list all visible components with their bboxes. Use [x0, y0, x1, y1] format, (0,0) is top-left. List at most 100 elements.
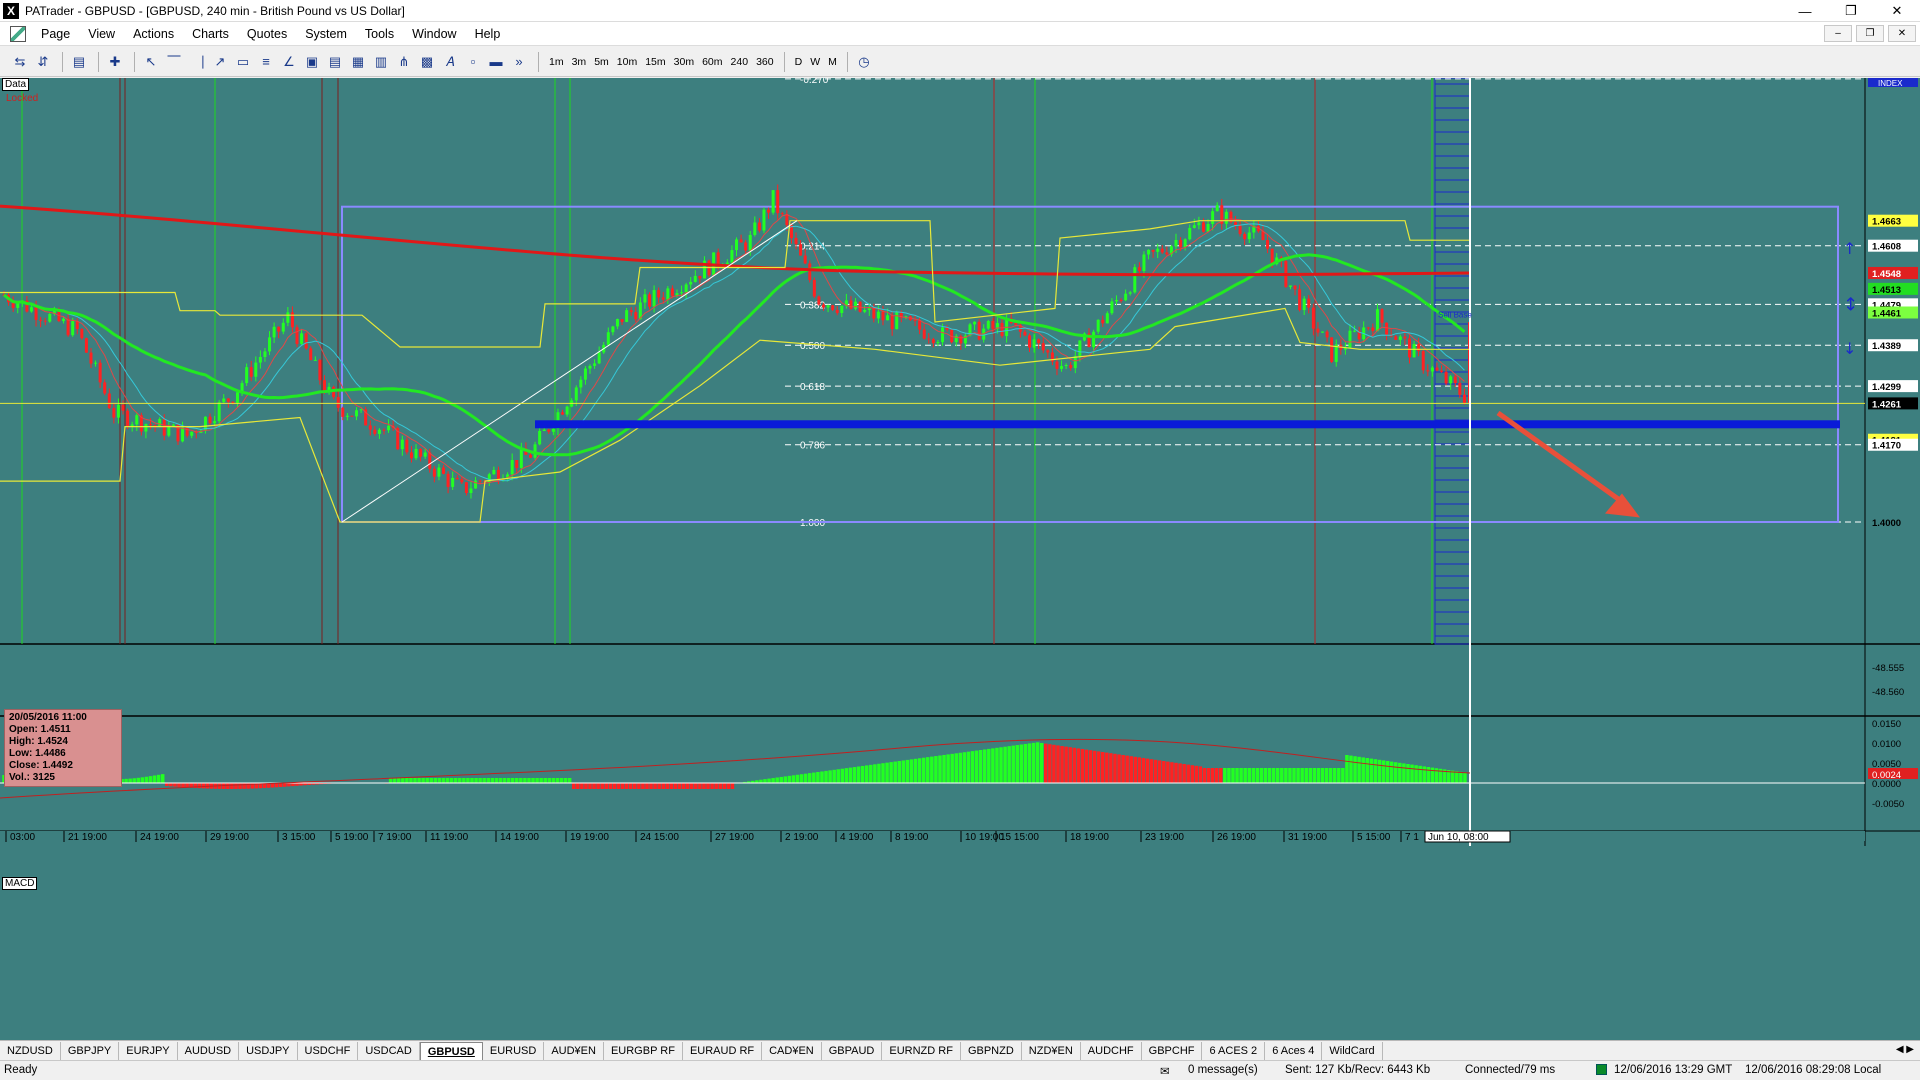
- period-weekly[interactable]: W: [806, 56, 824, 68]
- fib-retracement-icon[interactable]: ▤: [325, 52, 345, 72]
- symbol-tab[interactable]: GBPJPY: [61, 1041, 120, 1060]
- candle-body: [98, 362, 102, 383]
- candle-body: [1444, 371, 1448, 384]
- timeframe-3m[interactable]: 3m: [568, 56, 591, 68]
- chart-document-icon[interactable]: [10, 25, 26, 42]
- time-grid-box: [1434, 78, 1471, 645]
- symbol-tab[interactable]: GBPUSD: [419, 1041, 483, 1060]
- menu-charts[interactable]: Charts: [183, 27, 238, 41]
- timeframe-30m[interactable]: 30m: [670, 56, 698, 68]
- timeframe-240[interactable]: 240: [727, 56, 753, 68]
- candle-body: [803, 255, 807, 264]
- bar-marker-icon[interactable]: ▩: [417, 52, 437, 72]
- text-tool-icon[interactable]: 𝐴: [440, 52, 460, 72]
- channel-icon[interactable]: ▭: [233, 52, 253, 72]
- rectangle-icon[interactable]: ▣: [302, 52, 322, 72]
- pointer-icon[interactable]: ↖: [141, 52, 161, 72]
- tab-scroll-arrows[interactable]: ◀ ▶: [1896, 1044, 1914, 1055]
- symbol-tab[interactable]: AUDCHF: [1081, 1041, 1142, 1060]
- andrews-pitchfork-icon[interactable]: ⋔: [394, 52, 414, 72]
- timeframe-60m[interactable]: 60m: [698, 56, 726, 68]
- chart-type-icon[interactable]: ▤: [69, 52, 89, 72]
- time-axis-label: 23 19:00: [1145, 832, 1184, 843]
- gann-icon[interactable]: ▦: [348, 52, 368, 72]
- menu-help[interactable]: Help: [466, 27, 510, 41]
- symbol-tab[interactable]: USDCHF: [298, 1041, 359, 1060]
- cycle-lines-icon[interactable]: ▥: [371, 52, 391, 72]
- candle-body: [849, 300, 853, 309]
- timeframe-15m[interactable]: 15m: [641, 56, 669, 68]
- menu-quotes[interactable]: Quotes: [238, 27, 296, 41]
- menu-system[interactable]: System: [296, 27, 356, 41]
- mdi-close-button[interactable]: ✕: [1888, 25, 1916, 42]
- crosshair-icon[interactable]: ✚: [105, 52, 125, 72]
- mdi-minimize-button[interactable]: –: [1824, 25, 1852, 42]
- symbol-tab[interactable]: 6 Aces 4: [1265, 1041, 1323, 1060]
- symbol-tab[interactable]: 6 ACES 2: [1202, 1041, 1266, 1060]
- period-daily[interactable]: D: [791, 56, 807, 68]
- menu-actions[interactable]: Actions: [124, 27, 183, 41]
- symbol-tab[interactable]: CAD¥EN: [762, 1041, 822, 1060]
- symbol-tab[interactable]: GBPAUD: [822, 1041, 883, 1060]
- symbol-tab[interactable]: NZDUSD: [0, 1041, 61, 1060]
- symbol-tab[interactable]: AUDUSD: [178, 1041, 240, 1060]
- vertical-line-icon[interactable]: ⎹: [187, 52, 207, 72]
- restore-window-button[interactable]: ❐: [1828, 0, 1874, 22]
- symbol-tab[interactable]: USDJPY: [239, 1041, 298, 1060]
- menu-window[interactable]: Window: [403, 27, 465, 41]
- timeframe-10m[interactable]: 10m: [613, 56, 641, 68]
- candle-body: [1348, 330, 1352, 348]
- alert-tool-icon[interactable]: ▬: [486, 52, 506, 72]
- time-axis-label: 15 15:00: [1000, 832, 1039, 843]
- close-window-button[interactable]: ✕: [1874, 0, 1920, 22]
- price-tool-icon[interactable]: ▫: [463, 52, 483, 72]
- candle-body: [1293, 285, 1297, 290]
- symbol-tab[interactable]: EURAUD RF: [683, 1041, 763, 1060]
- candle-body: [272, 326, 276, 338]
- chart-area[interactable]: -0.270 0.214 0.382 0.500 0.618 0.786 1.000 Sell…: [0, 78, 1920, 1050]
- title-bar: X PATrader - GBPUSD - [GBPUSD, 240 min -…: [0, 0, 1920, 22]
- symbol-tab[interactable]: AUD¥EN: [544, 1041, 604, 1060]
- time-axis-label: 10 19:00: [965, 832, 1004, 843]
- symbol-tab[interactable]: NZD¥EN: [1022, 1041, 1081, 1060]
- minimize-window-button[interactable]: —: [1782, 0, 1828, 22]
- more-tools-icon[interactable]: »: [509, 52, 529, 72]
- price-chart[interactable]: -0.270 0.214 0.382 0.500 0.618 0.786 1.000 Sell…: [0, 78, 1920, 1040]
- macd-axis-label: 0.0100: [1872, 739, 1901, 750]
- candle-body: [382, 429, 386, 431]
- period-monthly[interactable]: M: [824, 56, 841, 68]
- status-messages[interactable]: 0 message(s): [1188, 1064, 1258, 1076]
- symbol-tab[interactable]: EURUSD: [483, 1041, 545, 1060]
- candle-body: [208, 416, 212, 424]
- menu-view[interactable]: View: [79, 27, 124, 41]
- clock-icon[interactable]: ◷: [854, 52, 874, 72]
- zoom-icon[interactable]: ⇵: [33, 52, 53, 72]
- candle-body: [597, 352, 601, 364]
- price-axis-label: 1.4000: [1872, 518, 1901, 529]
- symbol-tab[interactable]: GBPNZD: [961, 1041, 1022, 1060]
- symbol-tab[interactable]: WildCard: [1322, 1041, 1383, 1060]
- timeframe-1m[interactable]: 1m: [545, 56, 568, 68]
- timeframe-5m[interactable]: 5m: [590, 56, 613, 68]
- candle-body: [94, 362, 98, 364]
- timeframe-360[interactable]: 360: [752, 56, 778, 68]
- candle-body: [474, 480, 478, 489]
- candle-body: [1023, 331, 1027, 336]
- symbol-tab[interactable]: EURGBP RF: [604, 1041, 683, 1060]
- fibonacci-icon[interactable]: ≡: [256, 52, 276, 72]
- symbol-tab[interactable]: USDCAD: [358, 1041, 420, 1060]
- candle-body: [249, 367, 253, 377]
- mdi-restore-button[interactable]: ❐: [1856, 25, 1884, 42]
- symbol-tabs-bar: NZDUSD GBPJPY EURJPY AUDUSD USDJPY USDCHF USDC…: [0, 1040, 1920, 1060]
- messages-icon[interactable]: ✉: [1160, 1064, 1170, 1078]
- symbol-tab[interactable]: EURJPY: [119, 1041, 178, 1060]
- horizontal-line-icon[interactable]: ⎺: [164, 52, 184, 72]
- candle-body: [808, 263, 812, 280]
- sync-icon[interactable]: ⇆: [10, 52, 30, 72]
- menu-page[interactable]: Page: [32, 27, 79, 41]
- symbol-tab[interactable]: EURNZD RF: [882, 1041, 961, 1060]
- menu-tools[interactable]: Tools: [356, 27, 403, 41]
- symbol-tab[interactable]: GBPCHF: [1142, 1041, 1203, 1060]
- fib-fan-icon[interactable]: ∠: [279, 52, 299, 72]
- trendline-icon[interactable]: ↗: [210, 52, 230, 72]
